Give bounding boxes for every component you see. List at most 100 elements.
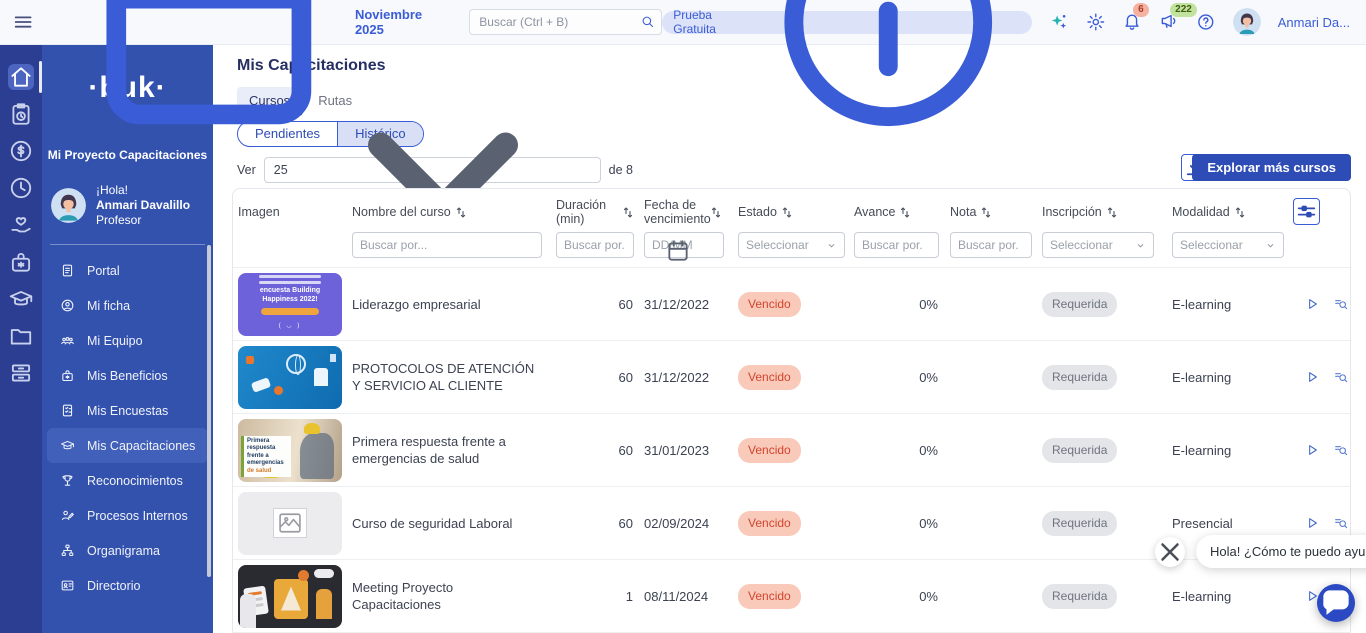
- help-icon[interactable]: [1196, 11, 1216, 33]
- sidebar-item-organigrama[interactable]: Organigrama: [47, 533, 208, 568]
- sort-icon[interactable]: [622, 206, 634, 219]
- table-row: Meeting Proyecto Capacitaciones108/11/20…: [233, 559, 1350, 632]
- image-cell: [233, 346, 345, 409]
- course-modality: E-learning: [1162, 296, 1290, 313]
- search-icon[interactable]: [640, 14, 655, 29]
- play-course-button[interactable]: [1304, 296, 1320, 312]
- course-details-button[interactable]: [1333, 296, 1349, 312]
- sidebar-item-mis-encuestas[interactable]: Mis Encuestas: [47, 393, 208, 428]
- user-avatar[interactable]: [1233, 8, 1261, 36]
- announcements-megaphone-icon[interactable]: 222: [1159, 11, 1179, 33]
- rail-attendance-icon[interactable]: [8, 101, 34, 127]
- total-count-label: de 8: [609, 163, 633, 177]
- sort-icon[interactable]: [1234, 206, 1246, 219]
- course-enrollment-badge: Requerida: [1042, 292, 1117, 317]
- sidebar-avatar[interactable]: [51, 188, 86, 223]
- rail-training-icon[interactable]: [8, 286, 34, 312]
- filter-select-8[interactable]: Seleccionar: [1042, 232, 1154, 258]
- course-name: Curso de seguridad Laboral: [345, 515, 548, 532]
- sort-icon[interactable]: [710, 206, 722, 219]
- course-details-button[interactable]: [1333, 369, 1349, 385]
- course-name: Meeting Proyecto Capacitaciones: [345, 579, 548, 613]
- sidebar-item-portal[interactable]: Portal: [47, 253, 208, 288]
- course-progress: 0%: [846, 369, 942, 386]
- filter-cell-9: Seleccionar: [1162, 232, 1290, 258]
- rail-drawers-icon[interactable]: [8, 360, 34, 386]
- actions-cell: [1290, 369, 1350, 385]
- sidebar-item-label: Mi Equipo: [87, 334, 143, 348]
- info-icon: [755, 0, 1022, 155]
- sidebar-scrollbar[interactable]: [207, 245, 211, 577]
- filter-row: Seleccionar Seleccionar Seleccionar: [233, 232, 1350, 267]
- decor-shape: [300, 433, 334, 479]
- period-label: Noviembre 2025: [355, 7, 447, 37]
- sort-icon[interactable]: [781, 206, 793, 219]
- filter-input-3[interactable]: [556, 232, 634, 258]
- sidebar-item-mi-ficha[interactable]: Mi ficha: [47, 288, 208, 323]
- sidebar-item-label: Mi ficha: [87, 299, 130, 313]
- chat-tooltip[interactable]: Hola! ¿Cómo te puedo ayudar?: [1196, 535, 1366, 568]
- rail-payroll-icon[interactable]: [8, 138, 34, 164]
- filter-input-7[interactable]: [950, 232, 1032, 258]
- chat-launcher-button[interactable]: [1317, 584, 1355, 622]
- play-course-button[interactable]: [1304, 442, 1320, 458]
- benefits-icon: [60, 368, 75, 383]
- sidebar-item-reconocimientos[interactable]: Reconocimientos: [47, 463, 208, 498]
- column-header-3: Duración (min): [548, 198, 636, 226]
- decor-shape: [274, 386, 283, 395]
- course-name: Primera respuesta frente a emergencias d…: [345, 433, 548, 467]
- ai-sparkle-icon[interactable]: [1049, 11, 1069, 33]
- chat-dismiss-button[interactable]: [1155, 537, 1185, 567]
- course-duration: 60: [548, 515, 636, 532]
- course-status-badge: Vencido: [738, 438, 801, 463]
- sort-icon[interactable]: [1106, 206, 1118, 219]
- filter-select-9[interactable]: Seleccionar: [1172, 232, 1284, 258]
- column-header-8: Inscripción: [1032, 205, 1162, 219]
- decor-shape: [240, 594, 256, 628]
- user-role: Profesor: [96, 213, 190, 228]
- column-settings-button[interactable]: [1293, 198, 1320, 225]
- filter-input-2[interactable]: [352, 232, 542, 258]
- sidebar-item-directorio[interactable]: Directorio: [47, 568, 208, 603]
- sidebar-item-mis-beneficios[interactable]: Mis Beneficios: [47, 358, 208, 393]
- trial-badge[interactable]: Prueba Gratuita: [662, 11, 1032, 34]
- period-selector[interactable]: Noviembre 2025: [70, 0, 447, 161]
- sort-icon[interactable]: [899, 206, 911, 219]
- course-enrollment-badge: Requerida: [1042, 438, 1117, 463]
- broken-image-icon: [273, 508, 307, 538]
- course-details-button[interactable]: [1333, 442, 1349, 458]
- play-course-button[interactable]: [1304, 515, 1320, 531]
- filter-input-6[interactable]: [854, 232, 939, 258]
- rail-home-icon[interactable]: [8, 64, 34, 90]
- sidebar-item-label: Mis Encuestas: [87, 404, 168, 418]
- notifications-bell-icon[interactable]: 6: [1122, 11, 1142, 33]
- page-size-select[interactable]: 25: [264, 157, 601, 183]
- course-modality: Presencial: [1162, 515, 1290, 532]
- menu-icon[interactable]: [12, 10, 34, 34]
- user-menu[interactable]: Anmari Da...: [1278, 15, 1350, 30]
- settings-gear-icon[interactable]: [1086, 11, 1106, 33]
- sort-icon[interactable]: [455, 206, 467, 219]
- table-row: Primera respuestafrente a emergenciasde …: [233, 413, 1350, 486]
- status-cell: Vencido: [728, 292, 846, 317]
- rail-documents-icon[interactable]: [8, 323, 34, 349]
- explore-courses-button[interactable]: Explorar más cursos: [1192, 154, 1351, 181]
- team-icon: [60, 333, 75, 348]
- decor-pill: [261, 308, 319, 315]
- sidebar-item-mis-capacitaciones[interactable]: Mis Capacitaciones: [47, 428, 208, 463]
- rail-wellness-icon[interactable]: [8, 212, 34, 238]
- course-modality: E-learning: [1162, 369, 1290, 386]
- sidebar-item-procesos-internos[interactable]: Procesos Internos: [47, 498, 208, 533]
- play-course-button[interactable]: [1304, 369, 1320, 385]
- column-label: Avance: [854, 205, 895, 219]
- filter-cell-3: [548, 232, 636, 258]
- course-duration: 60: [548, 369, 636, 386]
- sort-icon[interactable]: [980, 206, 992, 219]
- course-thumbnail: Primera respuestafrente a emergenciasde …: [238, 419, 342, 482]
- rail-benefits-icon[interactable]: [8, 249, 34, 275]
- sidebar-item-mi-equipo[interactable]: Mi Equipo: [47, 323, 208, 358]
- filter-select-5[interactable]: Seleccionar: [738, 232, 845, 258]
- search-input[interactable]: [469, 9, 662, 35]
- course-details-button[interactable]: [1333, 515, 1349, 531]
- rail-time-icon[interactable]: [8, 175, 34, 201]
